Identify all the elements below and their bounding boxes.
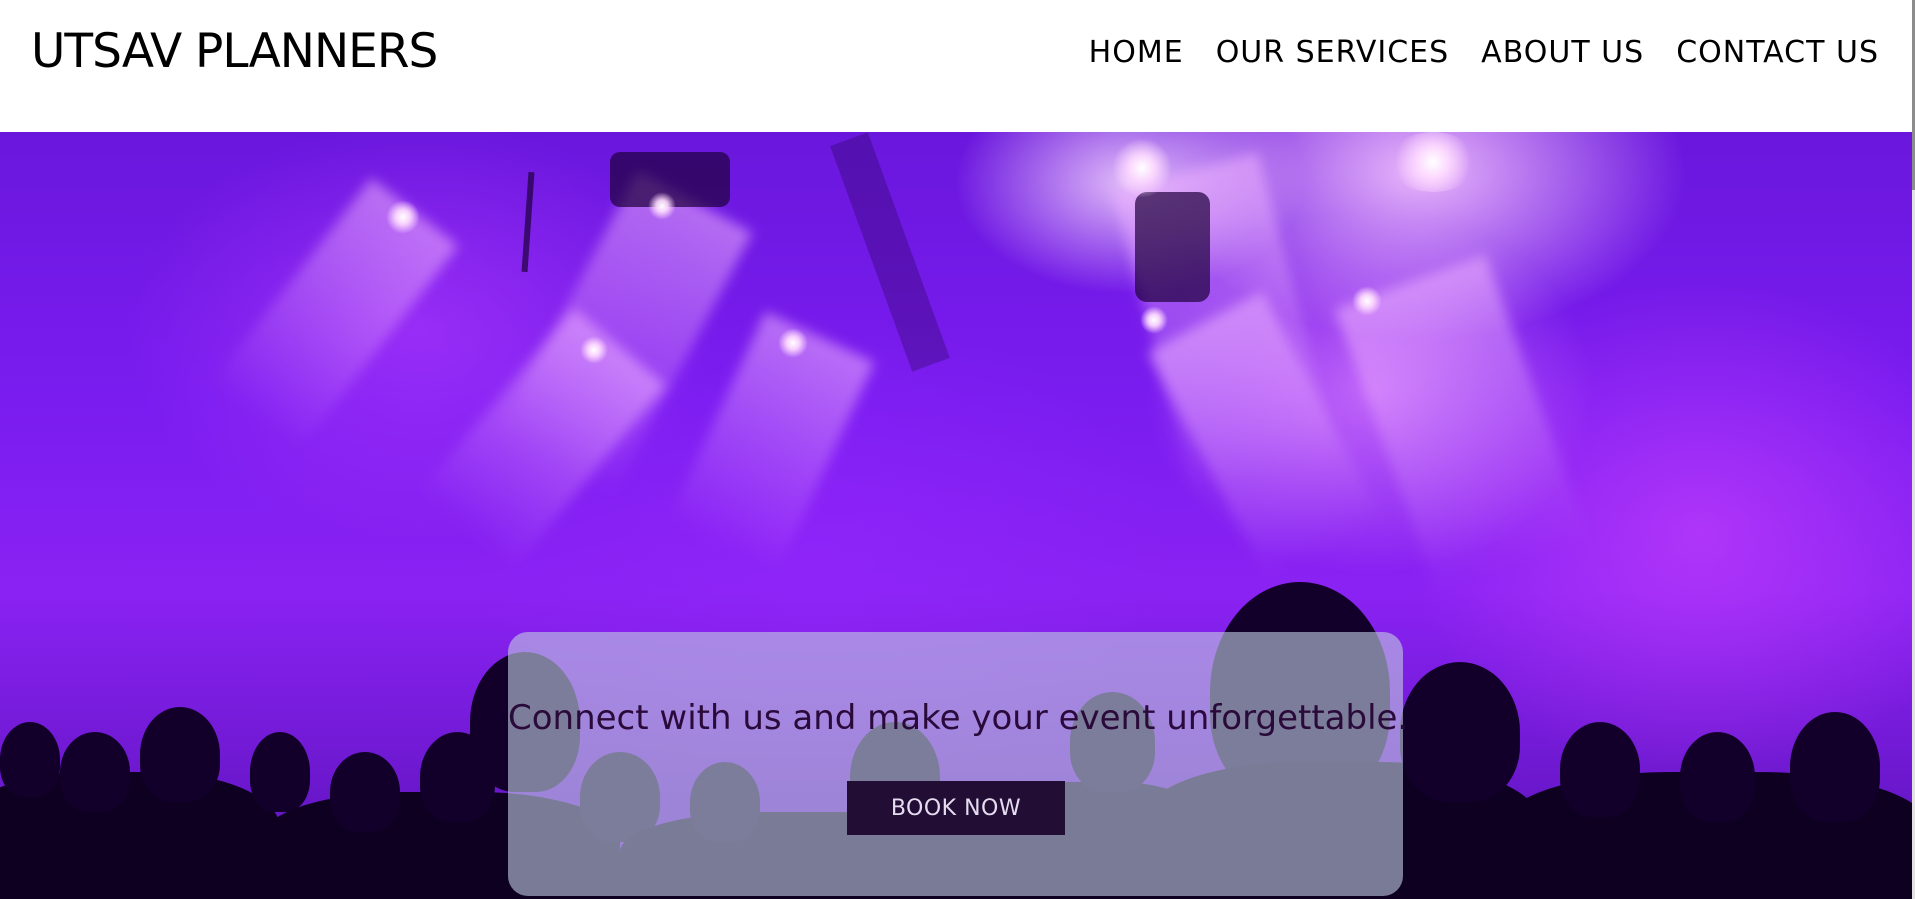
cta-card: Connect with us and make your event unfo… [508,632,1409,896]
site-header: UTSAV PLANNERS HOME OUR SERVICES ABOUT U… [0,0,1915,132]
hero-section: Connect with us and make your event unfo… [0,132,1912,899]
nav-services-link[interactable]: OUR SERVICES [1216,35,1449,70]
book-now-button[interactable]: BOOK NOW [847,781,1065,835]
nav-about-link[interactable]: ABOUT US [1481,35,1644,70]
page: UTSAV PLANNERS HOME OUR SERVICES ABOUT U… [0,0,1915,899]
cta-tagline: Connect with us and make your event unfo… [508,698,1409,738]
nav-contact-link[interactable]: CONTACT US [1676,35,1879,70]
site-logo[interactable]: UTSAV PLANNERS [31,24,438,79]
nav-home-link[interactable]: HOME [1089,35,1184,70]
